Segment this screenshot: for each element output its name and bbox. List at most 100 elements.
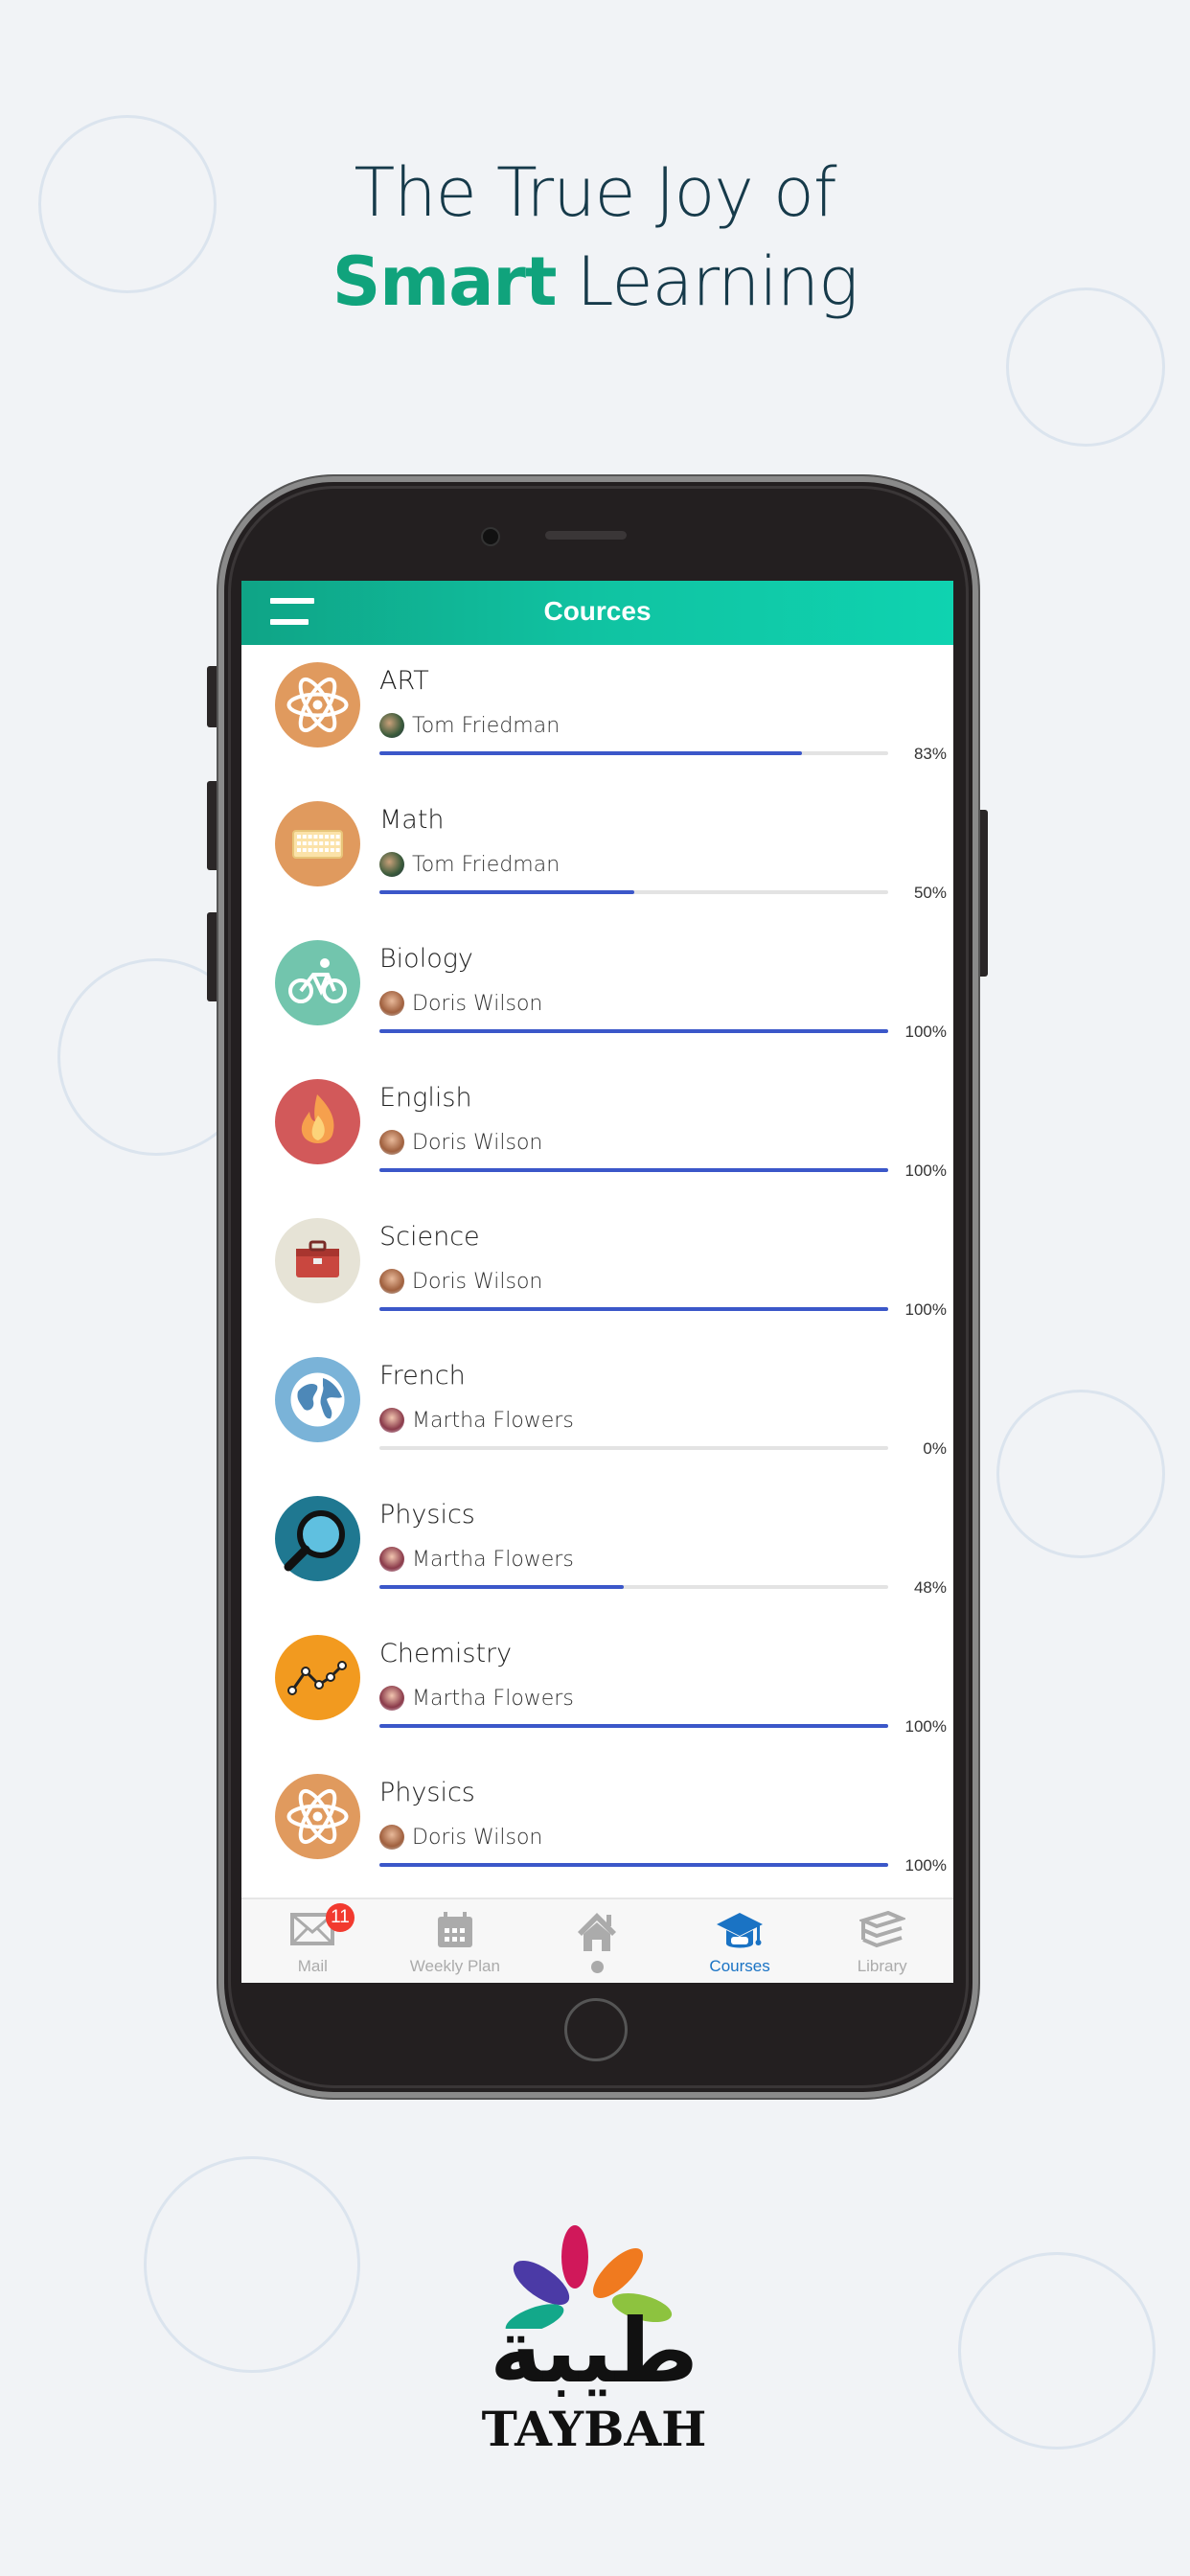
atom-icon [275, 662, 360, 748]
progress-bar [379, 1168, 888, 1172]
course-name: Physics [379, 1778, 475, 1807]
progress-bar [379, 1446, 888, 1450]
progress-fill [379, 1029, 888, 1033]
tab-courses[interactable]: Courses [669, 1899, 812, 1983]
progress-bar [379, 890, 888, 894]
teacher-avatar [379, 991, 404, 1016]
course-name: Math [379, 805, 445, 835]
app-screen: Cources ART Tom Friedman 83% Math Tom Fr… [241, 581, 953, 1983]
headline-line-2: Smart Learning [0, 238, 1190, 326]
teacher-avatar [379, 1130, 404, 1155]
course-row[interactable]: Physics Martha Flowers 48% [241, 1479, 953, 1618]
tab-label: Library [857, 1957, 907, 1975]
teacher-name: Tom Friedman [412, 852, 561, 877]
tab-mail[interactable]: 11 Mail [241, 1899, 384, 1983]
progress-fill [379, 1307, 888, 1311]
progress-bar [379, 1585, 888, 1589]
tab-label: Courses [709, 1957, 770, 1975]
teacher: Martha Flowers [379, 1407, 574, 1434]
progress-percent: 50% [913, 884, 947, 902]
fire-icon [275, 1079, 360, 1164]
teacher-name: Doris Wilson [412, 1269, 543, 1294]
progress-fill [379, 1585, 624, 1589]
page-title: Cources [543, 596, 652, 626]
front-camera [481, 527, 500, 546]
logo-arabic-text: طيبة [490, 2300, 698, 2403]
app-header: Cources [241, 581, 953, 645]
course-row[interactable]: ART Tom Friedman 83% [241, 645, 953, 784]
course-row[interactable]: Chemistry Martha Flowers 100% [241, 1618, 953, 1757]
magnifier-icon [275, 1496, 360, 1581]
teacher-avatar [379, 1547, 404, 1572]
course-row[interactable]: Science Doris Wilson 100% [241, 1201, 953, 1340]
tab-library[interactable]: Library [811, 1899, 953, 1983]
tab-home[interactable] [526, 1899, 669, 1983]
teacher-avatar [379, 1408, 404, 1433]
teacher-name: Martha Flowers [412, 1686, 574, 1711]
teacher-name: Doris Wilson [412, 991, 543, 1016]
bicycle-icon [275, 940, 360, 1025]
teacher: Doris Wilson [379, 1268, 542, 1295]
teacher: Martha Flowers [379, 1685, 574, 1712]
teacher: Doris Wilson [379, 1129, 542, 1156]
teacher-name: Doris Wilson [412, 1825, 543, 1850]
progress-bar [379, 1863, 888, 1867]
tab-label: Mail [297, 1957, 328, 1975]
course-name: English [379, 1083, 472, 1113]
teacher: Tom Friedman [379, 712, 560, 739]
teacher-avatar [379, 713, 404, 738]
teacher-avatar [379, 1825, 404, 1850]
headline-line-1: The True Joy of [354, 153, 837, 232]
progress-fill [379, 751, 802, 755]
progress-fill [379, 1724, 888, 1728]
teacher-name: Martha Flowers [412, 1408, 574, 1433]
line-chart-icon [275, 1635, 360, 1720]
progress-bar [379, 1029, 888, 1033]
home-dot-indicator [591, 1961, 605, 1973]
teacher: Doris Wilson [379, 990, 542, 1017]
progress-percent: 100% [904, 1023, 947, 1041]
teacher-avatar [379, 1269, 404, 1294]
course-row[interactable]: English Doris Wilson 100% [241, 1062, 953, 1201]
course-row[interactable]: French Martha Flowers 0% [241, 1340, 953, 1479]
logo-name: TAYBAH [481, 2401, 707, 2457]
course-row[interactable]: Biology Doris Wilson 100% [241, 923, 953, 1062]
toolbox-icon [275, 1218, 360, 1303]
atom-icon [275, 1774, 360, 1859]
progress-bar [379, 1307, 888, 1311]
progress-fill [379, 1863, 888, 1867]
teacher-name: Martha Flowers [412, 1547, 574, 1572]
progress-bar [379, 1724, 888, 1728]
teacher: Doris Wilson [379, 1824, 542, 1851]
progress-fill [379, 1168, 888, 1172]
course-name: French [379, 1361, 466, 1391]
globe-icon [275, 1357, 360, 1442]
progress-percent: 100% [904, 1162, 947, 1180]
course-row[interactable]: Physics Doris Wilson 100% [241, 1757, 953, 1896]
home-hardware-button [564, 1998, 628, 2061]
progress-percent: 83% [913, 745, 947, 763]
taybah-logo: طيبة TAYBAH [450, 2214, 738, 2463]
keyboard-icon [275, 801, 360, 886]
teacher-name: Tom Friedman [412, 713, 561, 738]
teacher-avatar [379, 852, 404, 877]
progress-percent: 100% [904, 1856, 947, 1874]
progress-bar [379, 751, 888, 755]
progress-percent: 100% [904, 1717, 947, 1736]
course-name: ART [379, 666, 429, 696]
course-row[interactable]: Math Tom Friedman 50% [241, 784, 953, 923]
progress-fill [379, 890, 634, 894]
progress-percent: 100% [904, 1300, 947, 1319]
background-doodle [996, 1390, 1165, 1558]
course-name: Chemistry [379, 1639, 513, 1668]
speaker-grille [545, 531, 627, 540]
course-name: Physics [379, 1500, 475, 1530]
tab-weekly-plan[interactable]: Weekly Plan [384, 1899, 527, 1983]
unread-badge: 11 [326, 1903, 355, 1932]
background-doodle [144, 2156, 360, 2373]
teacher: Tom Friedman [379, 851, 560, 878]
headline-learning: Learning [556, 242, 858, 321]
teacher: Martha Flowers [379, 1546, 574, 1573]
tab-label: Weekly Plan [409, 1957, 500, 1975]
bottom-tab-bar: 11 Mail Weekly Plan Courses Library [241, 1898, 953, 1983]
